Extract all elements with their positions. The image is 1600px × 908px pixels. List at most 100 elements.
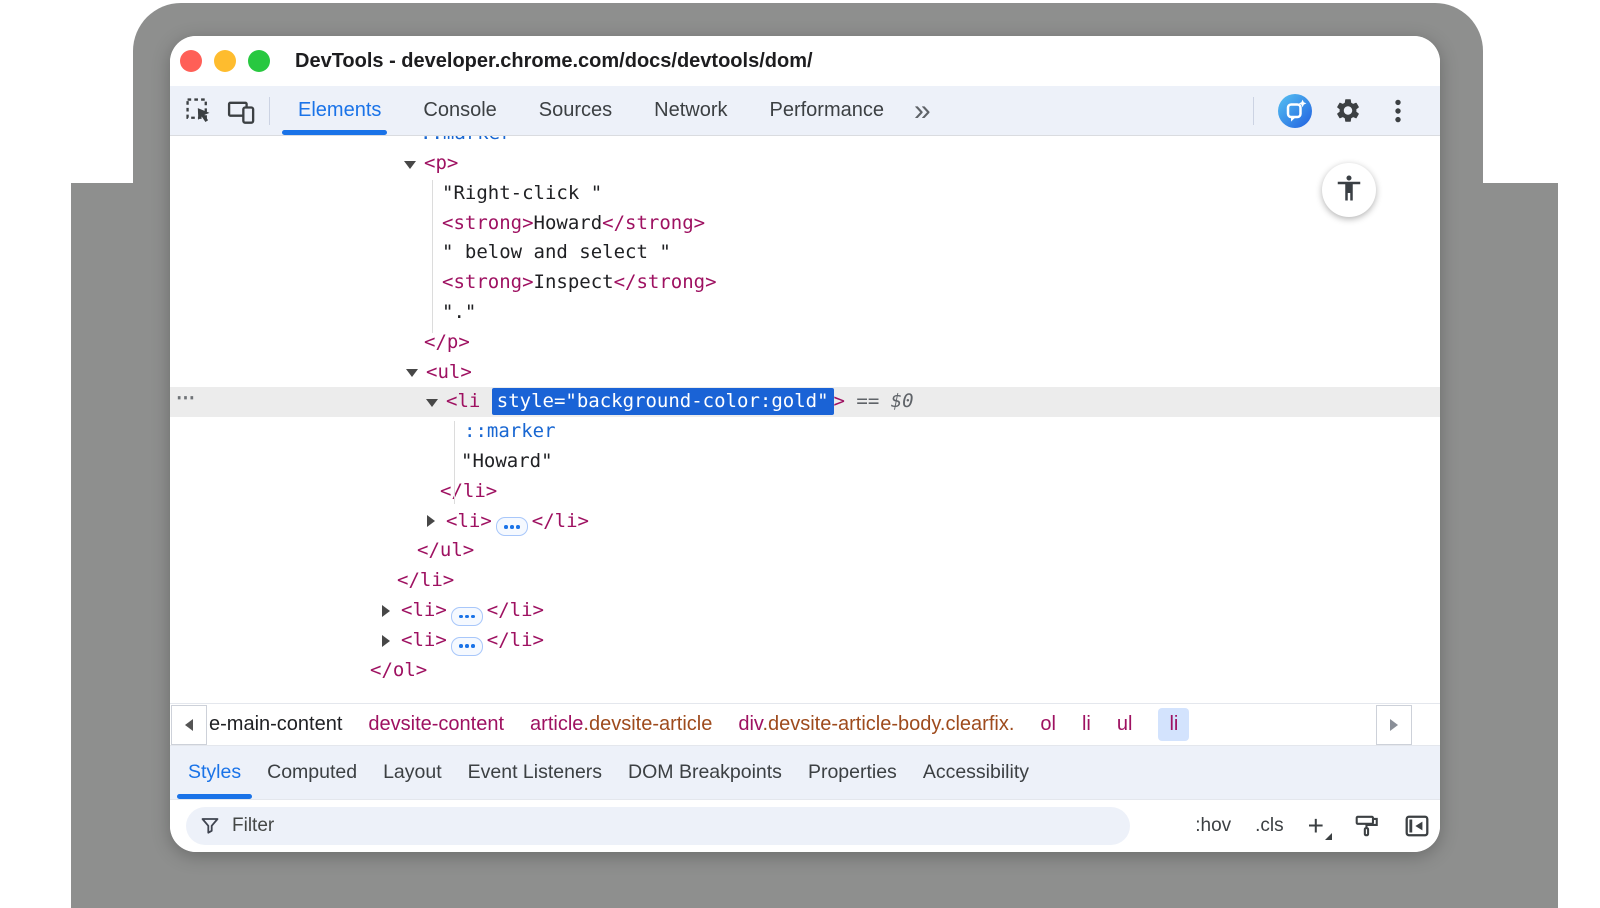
dom-node-text: ::marker [420, 136, 512, 149]
dom-tree-row[interactable]: " below and select " [170, 238, 1440, 268]
filter-bar-controls: :hov .cls + [1195, 813, 1430, 839]
settings-gear-icon[interactable] [1334, 97, 1362, 125]
breadcrumb-item[interactable]: e-main-content [209, 713, 342, 736]
dom-tree-row[interactable]: </p> [170, 328, 1440, 358]
ellipsis-expand-button[interactable] [496, 517, 528, 536]
expand-arrow-icon[interactable] [382, 635, 390, 647]
paint-roller-icon[interactable] [1354, 813, 1380, 839]
more-tabs-icon[interactable]: » [914, 89, 931, 133]
dom-node-text: <strong>Inspect</strong> [442, 268, 717, 298]
dom-tree-row[interactable]: ⋯ <li style="background-color:gold"> == $… [170, 387, 1440, 417]
expand-arrow-icon[interactable] [427, 515, 435, 527]
more-options-icon[interactable] [1384, 97, 1412, 125]
dom-tree-row[interactable]: <p> [170, 149, 1440, 179]
dom-token-tag: <li> [401, 629, 447, 651]
breadcrumb-item[interactable]: li [1158, 708, 1189, 741]
dom-node-text: <li> </li> [401, 596, 544, 626]
close-button[interactable] [180, 50, 202, 72]
breadcrumb-item[interactable]: article.devsite-article [530, 713, 712, 736]
breadcrumb-segment: .devsite-article-body.clearfix. [762, 713, 1014, 735]
tab-console[interactable]: Console [421, 86, 498, 135]
device-toolbar-icon[interactable] [227, 97, 255, 125]
toggle-sidebar-icon[interactable] [1404, 813, 1430, 839]
tab-properties[interactable]: Properties [795, 746, 910, 799]
dom-token-tag: <p> [424, 152, 458, 174]
dom-token-tag: <li> [446, 510, 492, 532]
tab-event-listeners[interactable]: Event Listeners [455, 746, 615, 799]
dom-token-tag: </li> [487, 599, 544, 621]
breadcrumb-item[interactable]: div.devsite-article-body.clearfix. [738, 713, 1014, 736]
ellipsis-expand-button[interactable] [451, 607, 483, 626]
dom-tree-row[interactable]: </li> [170, 566, 1440, 596]
dom-token-tag: <li> [401, 599, 447, 621]
breadcrumb-item[interactable]: li [1082, 713, 1091, 736]
ellipsis-expand-button[interactable] [451, 637, 483, 656]
tab-styles[interactable]: Styles [175, 746, 254, 799]
element-classes-button[interactable]: .cls [1255, 815, 1284, 837]
dom-token-pseudo: ::marker [464, 420, 556, 442]
tab-performance[interactable]: Performance [768, 86, 887, 135]
dom-node-text: </li> [440, 477, 497, 507]
breadcrumb-segment: article [530, 713, 583, 735]
dom-token-tag: <strong> [442, 271, 534, 293]
breadcrumb-bar: e-main-contentdevsite-contentarticle.dev… [170, 703, 1440, 745]
dom-tree-row[interactable]: <li> </li> [170, 596, 1440, 626]
expand-arrow-icon[interactable] [426, 399, 438, 407]
dom-tree-row[interactable]: <li></li> [170, 507, 1440, 537]
dom-tree-row[interactable]: </ul> [170, 536, 1440, 566]
dom-token-txt: "Right-click " [442, 182, 602, 204]
dom-token-txt: " below and select " [442, 241, 671, 263]
dom-node-text: </p> [424, 328, 470, 358]
dom-tree-row[interactable]: <strong>Howard</strong> [170, 209, 1440, 239]
breadcrumb-item[interactable]: ul [1117, 713, 1133, 736]
expand-arrow-icon[interactable] [406, 369, 418, 377]
tab-accessibility[interactable]: Accessibility [910, 746, 1042, 799]
expand-arrow-icon[interactable] [404, 161, 416, 169]
dom-tree-row[interactable]: ::marker [170, 417, 1440, 447]
tab-network[interactable]: Network [652, 86, 729, 135]
dom-token-tag: </strong> [602, 212, 705, 234]
inspect-element-icon[interactable] [185, 97, 213, 125]
dom-tree-row[interactable]: </ol> [170, 656, 1440, 686]
dom-tree-row[interactable]: <ul> [170, 358, 1440, 388]
breadcrumb-item[interactable]: devsite-content [368, 713, 504, 736]
toggle-element-state-button[interactable]: :hov [1195, 815, 1231, 837]
dom-tree-row[interactable]: </li> [170, 477, 1440, 507]
dom-node-text: <p> [424, 149, 458, 179]
tab-layout[interactable]: Layout [370, 746, 455, 799]
breadcrumb-segment: e-main-content [209, 713, 342, 735]
dom-node-text: ::marker [464, 417, 556, 447]
zoom-button[interactable] [248, 50, 270, 72]
dom-token-tag: <li [446, 390, 480, 412]
tab-sources[interactable]: Sources [537, 86, 614, 135]
tab-elements[interactable]: Elements [296, 86, 383, 135]
breadcrumb-scroll-left-button[interactable] [171, 705, 207, 745]
new-style-rule-button[interactable]: + [1308, 816, 1330, 836]
filter-input[interactable] [230, 814, 1116, 838]
expand-arrow-icon[interactable] [382, 605, 390, 617]
dom-tree-row[interactable]: "Right-click " [170, 179, 1440, 209]
dom-token-txt: "Howard" [461, 450, 553, 472]
breadcrumb-segment: devsite-content [368, 713, 504, 735]
breadcrumb-scroll-right-button[interactable] [1376, 705, 1412, 745]
breadcrumb-item[interactable]: ol [1040, 713, 1056, 736]
row-overflow-icon[interactable]: ⋯ [176, 387, 196, 410]
tab-dom-breakpoints[interactable]: DOM Breakpoints [615, 746, 795, 799]
toolbar-divider [1253, 97, 1254, 125]
dom-tree-row[interactable]: <strong>Inspect</strong> [170, 268, 1440, 298]
dom-tree-row[interactable]: ::marker [170, 136, 1440, 149]
sidebar-pane-tabs: StylesComputedLayoutEvent ListenersDOM B… [170, 745, 1440, 799]
dom-tree-row[interactable]: <li></li> [170, 626, 1440, 656]
dom-token-tag: <strong> [442, 212, 534, 234]
minimize-button[interactable] [214, 50, 236, 72]
dom-node-text: </ol> [370, 656, 427, 686]
dom-node-text: <ul> [426, 358, 472, 388]
dom-token-txt: "." [442, 301, 476, 323]
dom-token-pseudo: ::marker [420, 136, 512, 144]
dom-tree-row[interactable]: "." [170, 298, 1440, 328]
dom-token-dollar: $0 [891, 390, 914, 412]
dom-tree-row[interactable]: "Howard" [170, 447, 1440, 477]
ai-assistance-icon[interactable] [1278, 94, 1312, 128]
dom-node-text: <li style="background-color:gold"> == $0 [446, 387, 914, 417]
tab-computed[interactable]: Computed [254, 746, 370, 799]
